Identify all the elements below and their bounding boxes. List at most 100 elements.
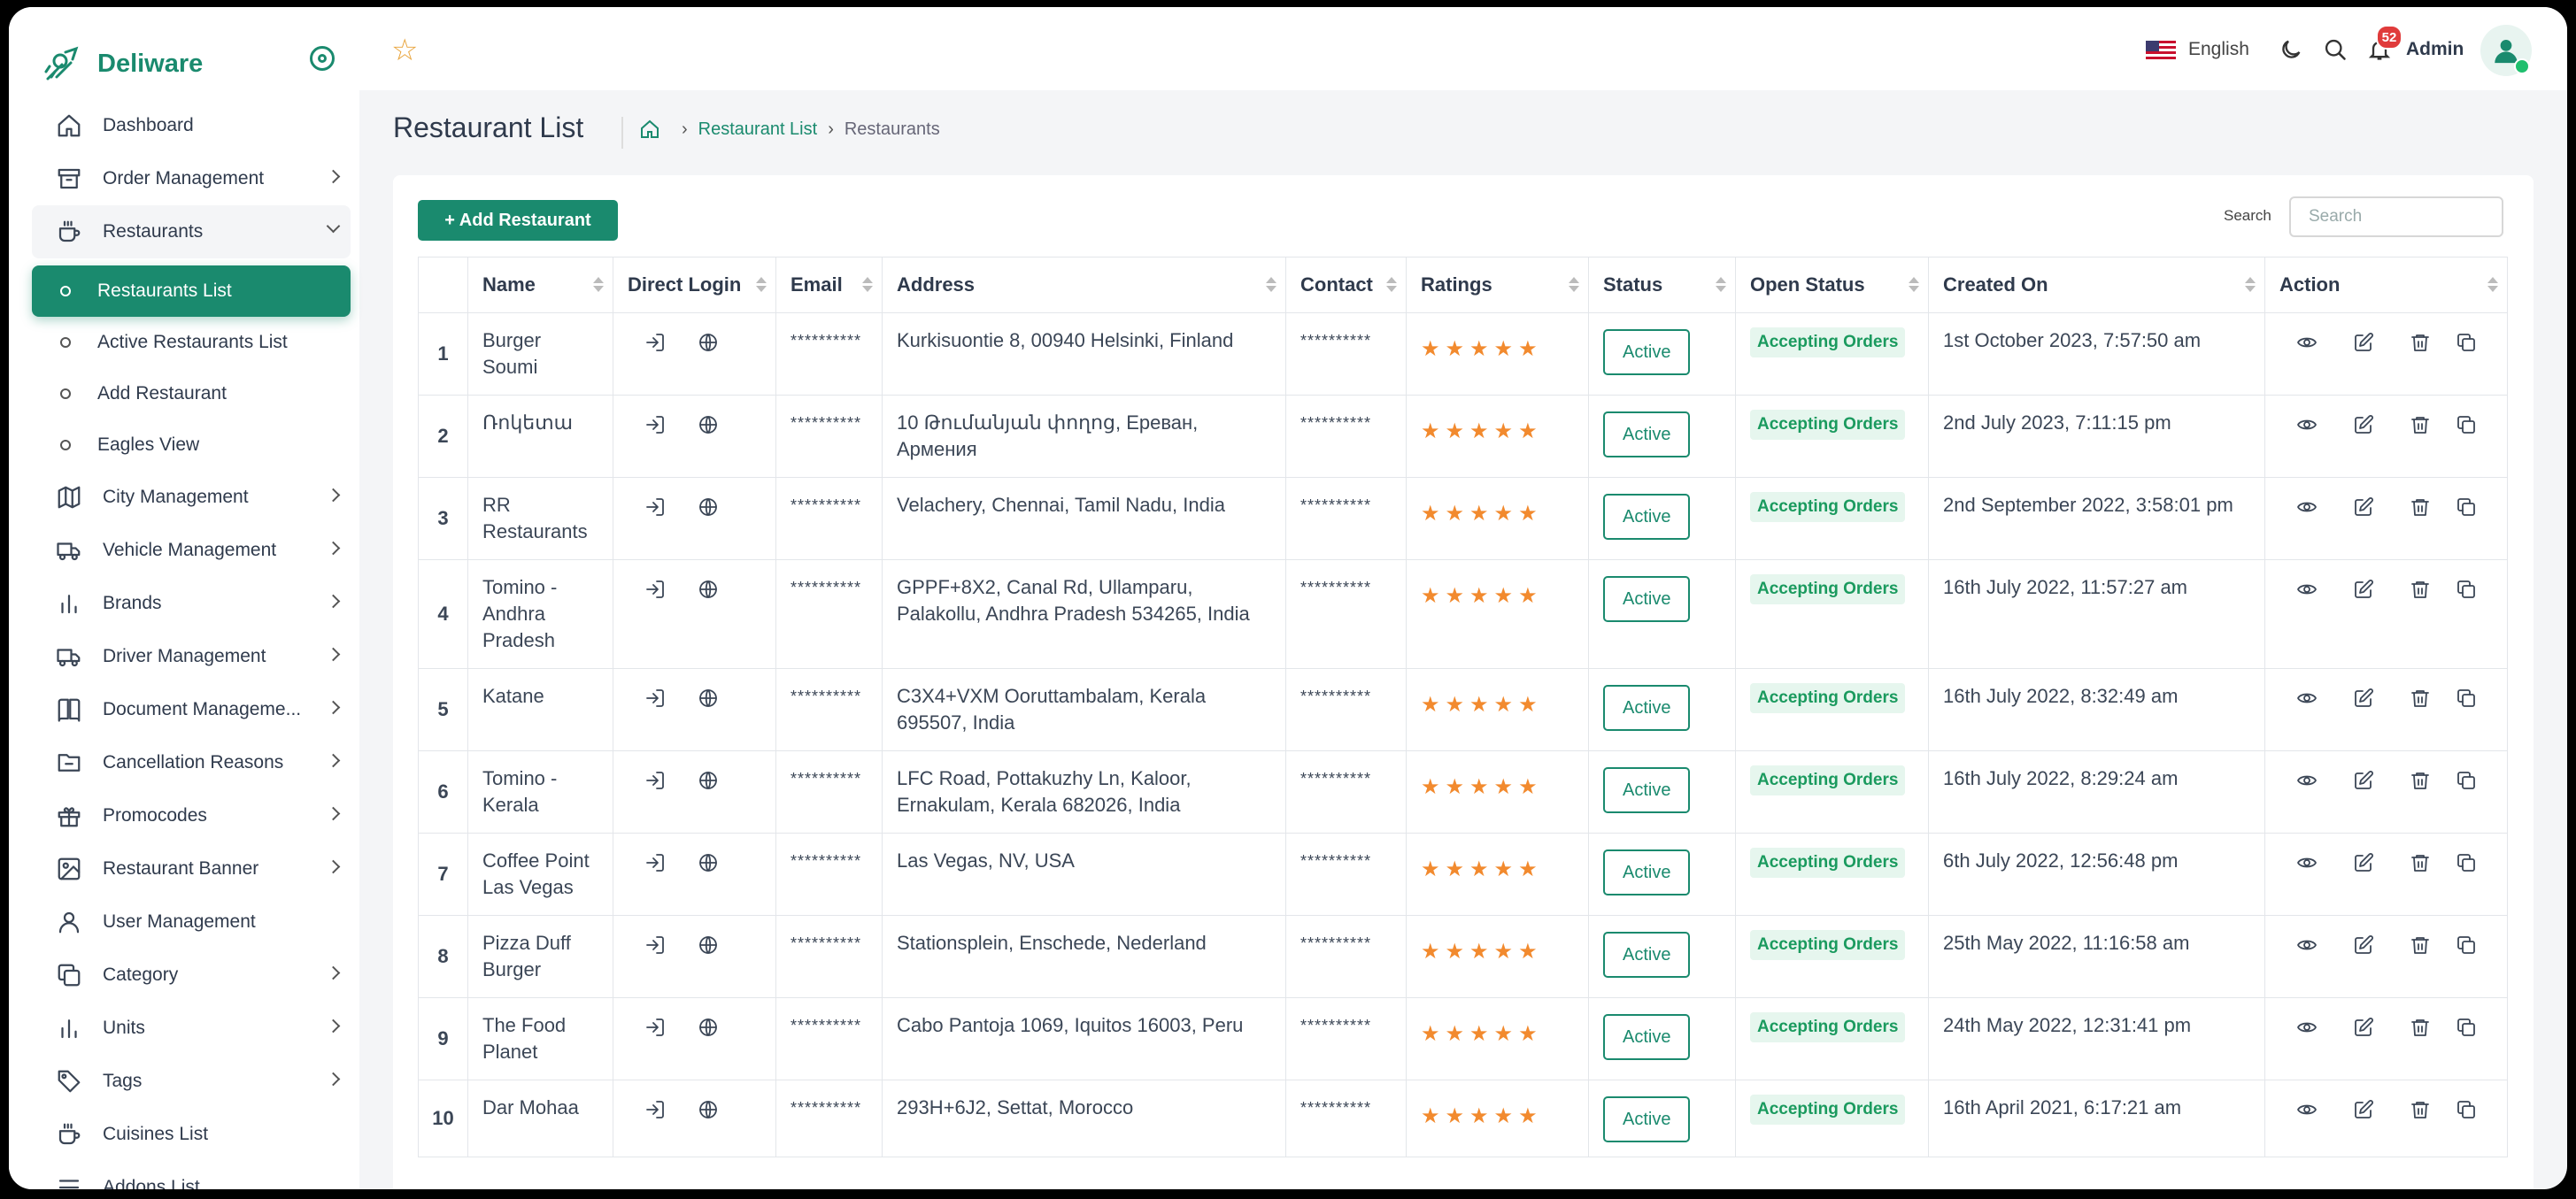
status-button[interactable]: Active — [1603, 767, 1691, 813]
us-flag-icon[interactable] — [2146, 41, 2176, 60]
login-icon[interactable] — [644, 687, 667, 710]
column-header-email[interactable]: Email — [775, 257, 883, 313]
sidebar-item-restaurant-banner[interactable]: Restaurant Banner — [32, 842, 351, 895]
sidebar-subitem-active-restaurants-list[interactable]: Active Restaurants List — [32, 317, 351, 368]
edit-icon[interactable] — [2352, 413, 2375, 436]
sort-icon[interactable] — [1909, 277, 1919, 292]
add-restaurant-button[interactable]: + Add Restaurant — [418, 200, 618, 241]
trash-icon[interactable] — [2409, 687, 2432, 710]
status-button[interactable]: Active — [1603, 1096, 1691, 1142]
sidebar-item-order-management[interactable]: Order Management — [32, 152, 351, 205]
sidebar-item-cancellation-reasons[interactable]: Cancellation Reasons — [32, 736, 351, 789]
column-header-address[interactable]: Address — [882, 257, 1286, 313]
status-button[interactable]: Active — [1603, 494, 1691, 540]
home-icon[interactable] — [639, 119, 660, 140]
sidebar-item-units[interactable]: Units — [32, 1002, 351, 1055]
language-selector[interactable]: English — [2188, 39, 2249, 60]
table-row[interactable]: 8 Pizza Duff Burger ********** Stationsp… — [418, 915, 2508, 998]
table-row[interactable]: 6 Tomino - Kerala ********** LFC Road, P… — [418, 750, 2508, 834]
globe-icon[interactable] — [697, 578, 720, 601]
login-icon[interactable] — [644, 1016, 667, 1039]
copy-icon[interactable] — [2455, 413, 2478, 436]
globe-icon[interactable] — [697, 687, 720, 710]
globe-icon[interactable] — [697, 851, 720, 874]
column-header-ratings[interactable]: Ratings — [1406, 257, 1589, 313]
login-icon[interactable] — [644, 851, 667, 874]
edit-icon[interactable] — [2352, 769, 2375, 792]
sidebar-subitem-eagles-view[interactable]: Eagles View — [32, 419, 351, 471]
sidebar-item-promocodes[interactable]: Promocodes — [32, 789, 351, 842]
login-icon[interactable] — [644, 331, 667, 354]
favorite-star-icon[interactable]: ☆ — [391, 35, 418, 65]
sidebar-item-restaurants[interactable]: Restaurants — [32, 205, 351, 258]
sidebar-item-city-management[interactable]: City Management — [32, 471, 351, 524]
sidebar-item-tags[interactable]: Tags — [32, 1055, 351, 1108]
status-button[interactable]: Active — [1603, 685, 1691, 731]
sort-icon[interactable] — [862, 277, 873, 292]
edit-icon[interactable] — [2352, 578, 2375, 601]
sort-icon[interactable] — [593, 277, 604, 292]
sort-icon[interactable] — [1266, 277, 1276, 292]
moon-icon[interactable] — [2277, 35, 2305, 64]
copy-icon[interactable] — [2455, 496, 2478, 519]
eye-icon[interactable] — [2295, 331, 2318, 354]
login-icon[interactable] — [644, 413, 667, 436]
trash-icon[interactable] — [2409, 934, 2432, 957]
copy-icon[interactable] — [2455, 1098, 2478, 1121]
eye-icon[interactable] — [2295, 687, 2318, 710]
login-icon[interactable] — [644, 578, 667, 601]
table-row[interactable]: 4 Tomino - Andhra Pradesh ********** GPP… — [418, 559, 2508, 669]
sort-icon[interactable] — [756, 277, 767, 292]
status-button[interactable]: Active — [1603, 329, 1691, 375]
column-header-name[interactable]: Name — [467, 257, 613, 313]
sidebar-item-category[interactable]: Category — [32, 949, 351, 1002]
copy-icon[interactable] — [2455, 851, 2478, 874]
sort-icon[interactable] — [1716, 277, 1726, 292]
eye-icon[interactable] — [2295, 413, 2318, 436]
table-row[interactable]: 9 The Food Planet ********** Cabo Pantoj… — [418, 997, 2508, 1080]
sidebar-item-cuisines-list[interactable]: Cuisines List — [32, 1108, 351, 1161]
edit-icon[interactable] — [2352, 1098, 2375, 1121]
table-row[interactable]: 2 Ռոկետա ********** 10 Թումանյան փողոց, … — [418, 395, 2508, 478]
eye-icon[interactable] — [2295, 851, 2318, 874]
edit-icon[interactable] — [2352, 851, 2375, 874]
sort-icon[interactable] — [1386, 277, 1397, 292]
globe-icon[interactable] — [697, 496, 720, 519]
column-header-open-status[interactable]: Open Status — [1735, 257, 1929, 313]
status-button[interactable]: Active — [1603, 576, 1691, 622]
edit-icon[interactable] — [2352, 496, 2375, 519]
login-icon[interactable] — [644, 496, 667, 519]
avatar[interactable] — [2480, 25, 2532, 76]
trash-icon[interactable] — [2409, 1016, 2432, 1039]
column-header-contact[interactable]: Contact — [1285, 257, 1407, 313]
edit-icon[interactable] — [2352, 1016, 2375, 1039]
column-header-action[interactable]: Action — [2264, 257, 2508, 313]
column-header-created-on[interactable]: Created On — [1928, 257, 2265, 313]
globe-icon[interactable] — [697, 769, 720, 792]
copy-icon[interactable] — [2455, 578, 2478, 601]
status-button[interactable]: Active — [1603, 1014, 1691, 1060]
user-name[interactable]: Admin — [2406, 39, 2464, 60]
sort-icon[interactable] — [1569, 277, 1579, 292]
search-icon[interactable] — [2321, 35, 2349, 64]
search-input[interactable] — [2289, 196, 2503, 237]
table-row[interactable]: 10 Dar Mohaa ********** 293H+6J2, Settat… — [418, 1080, 2508, 1157]
edit-icon[interactable] — [2352, 934, 2375, 957]
trash-icon[interactable] — [2409, 331, 2432, 354]
edit-icon[interactable] — [2352, 331, 2375, 354]
sidebar-item-dashboard[interactable]: Dashboard — [32, 99, 351, 152]
status-button[interactable]: Active — [1603, 411, 1691, 457]
eye-icon[interactable] — [2295, 1098, 2318, 1121]
table-row[interactable]: 7 Coffee Point Las Vegas ********** Las … — [418, 833, 2508, 916]
eye-icon[interactable] — [2295, 1016, 2318, 1039]
status-button[interactable]: Active — [1603, 849, 1691, 895]
sidebar-item-vehicle-management[interactable]: Vehicle Management — [32, 524, 351, 577]
copy-icon[interactable] — [2455, 769, 2478, 792]
trash-icon[interactable] — [2409, 1098, 2432, 1121]
globe-icon[interactable] — [697, 331, 720, 354]
copy-icon[interactable] — [2455, 687, 2478, 710]
eye-icon[interactable] — [2295, 496, 2318, 519]
edit-icon[interactable] — [2352, 687, 2375, 710]
trash-icon[interactable] — [2409, 578, 2432, 601]
sort-icon[interactable] — [2245, 277, 2256, 292]
